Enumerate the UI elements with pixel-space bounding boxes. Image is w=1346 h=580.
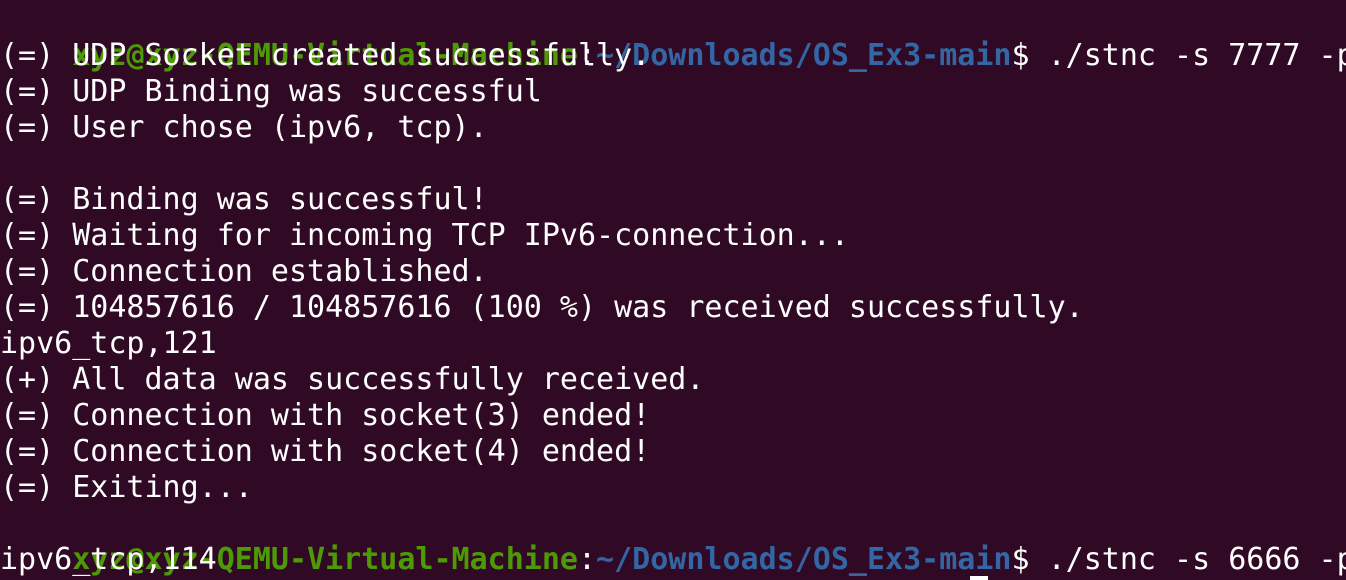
prompt-line: xyz@xyz-QEMU-Virtual-Machine:~/Downloads…: [0, 2, 1346, 73]
command-text: ./stnc -s 6666 -p -q: [1047, 542, 1346, 577]
output-line: (=) Connection with socket(4) ended!: [0, 434, 651, 469]
output-line: (=) Waiting for incoming TCP IPv6-connec…: [0, 218, 849, 253]
output-line: (=) Connection established.: [0, 254, 488, 289]
prompt-dollar: $: [1011, 542, 1030, 577]
output-line: (=) Exiting...: [0, 470, 253, 505]
output-line: (=) Connection with socket(3) ended!: [0, 398, 651, 433]
prompt-line: xyz@xyz-QEMU-Virtual-Machine:~/Downloads…: [0, 506, 1346, 577]
text-cursor: [970, 576, 988, 580]
terminal-window[interactable]: xyz@xyz-QEMU-Virtual-Machine:~/Downloads…: [0, 0, 1346, 580]
output-line: ipv6_tcp,121: [0, 326, 217, 361]
output-line: (=) Binding was successful!: [0, 182, 488, 217]
command-text: ./stnc -s 7777 -p: [1029, 38, 1346, 73]
output-line: ipv6_tcp,114: [0, 542, 217, 577]
output-line: (=) User chose (ipv6, tcp).: [0, 110, 488, 145]
output-line: (+) All data was successfully received.: [0, 362, 705, 397]
prompt-dollar: $: [1011, 38, 1030, 73]
prompt-path: ~/Downloads/OS_Ex3-main: [596, 542, 1012, 577]
output-line: (=) 104857616 / 104857616 (100 %) was re…: [0, 290, 1084, 325]
prompt-colon: :: [577, 542, 597, 577]
prompt-path: ~/Downloads/OS_Ex3-main: [596, 38, 1012, 73]
output-line: (=) UDP Binding was successful: [0, 74, 542, 109]
output-line: (=) UDP Socket created successfully.: [0, 38, 651, 73]
